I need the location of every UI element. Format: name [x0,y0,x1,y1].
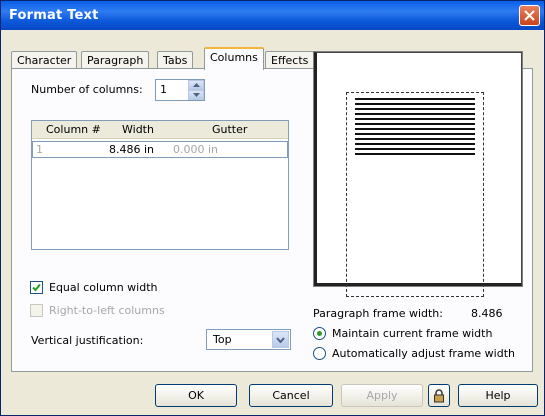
checkmark-icon [32,283,41,292]
vertical-justification-select[interactable]: Top [206,329,291,350]
paragraph-frame-width-value: 8.486 [471,307,503,320]
maintain-frame-width-radio[interactable] [313,327,326,340]
width-header[interactable]: Width [122,123,154,136]
ok-button[interactable]: OK [155,384,237,407]
table-row[interactable]: 1 8.486 in 0.000 in [32,141,288,158]
rtl-columns-label: Right-to-left columns [49,304,165,317]
tab-effects[interactable]: Effects [265,51,315,69]
close-button[interactable] [519,5,540,26]
apply-button[interactable]: Apply [341,384,423,407]
dialog-title: Format Text [9,8,99,23]
auto-adjust-frame-width-radio[interactable] [313,347,326,360]
tab-paragraph[interactable]: Paragraph [81,51,150,69]
number-of-columns-spinner[interactable]: 1 [155,79,205,101]
gutter-cell: 0.000 in [173,143,219,156]
gutter-header[interactable]: Gutter [212,123,247,136]
paragraph-frame-width-label: Paragraph frame width: [313,307,443,320]
chevron-up-icon [192,83,200,87]
spinner-buttons [188,80,204,100]
preview-text-lines [355,98,475,158]
column-number-header[interactable]: Column # [46,123,101,136]
maintain-frame-width-label: Maintain current frame width [332,327,493,340]
title-bar[interactable]: Format Text [1,1,544,30]
help-button[interactable]: Help [458,384,538,407]
preview-frame [346,92,484,297]
auto-adjust-frame-width-label: Automatically adjust frame width [332,347,515,360]
lock-button[interactable] [428,384,450,407]
chevron-down-icon [192,93,200,97]
close-icon [524,10,535,21]
column-number-cell: 1 [36,143,43,156]
vertical-justification-value: Top [213,333,232,346]
tab-columns[interactable]: Columns [204,47,264,70]
column-preview [313,51,523,297]
equal-width-label: Equal column width [49,281,158,294]
columns-table[interactable]: Column # Width Gutter 1 8.486 in 0.000 i… [31,120,289,250]
number-of-columns-label: Number of columns: [31,83,143,96]
tab-tabs[interactable]: Tabs [157,51,194,69]
radio-selected-dot [317,331,322,336]
vertical-justification-label: Vertical justification: [31,334,144,347]
rtl-columns-checkbox[interactable] [30,304,43,317]
spin-up-button[interactable] [188,80,204,90]
dropdown-button[interactable] [272,331,289,348]
format-text-dialog: Format Text Character Paragraph Tabs Col… [0,0,545,416]
lock-icon [434,388,444,402]
equal-width-checkbox[interactable] [30,281,43,294]
number-of-columns-value: 1 [160,83,167,96]
width-cell[interactable]: 8.486 in [109,143,154,156]
cancel-button[interactable]: Cancel [249,384,333,407]
chevron-down-icon [276,336,285,343]
tab-character[interactable]: Character [11,51,78,69]
spin-down-button[interactable] [188,90,204,100]
columns-table-header: Column # Width Gutter [32,121,288,139]
